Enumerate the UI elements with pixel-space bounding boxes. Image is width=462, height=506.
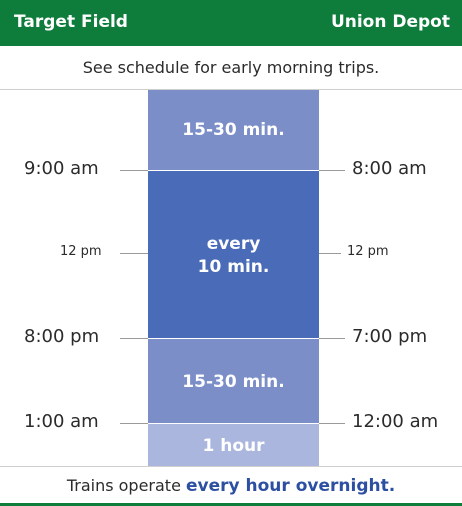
right-time-1: 8:00 am: [352, 158, 427, 179]
band-midday: every 10 min.: [148, 170, 319, 338]
tick-left: [120, 170, 148, 171]
band-morning-label: 15-30 min.: [182, 120, 285, 140]
overnight-note-prefix: Trains operate: [66, 476, 186, 495]
band-separator: [148, 170, 319, 171]
left-time-4: 1:00 am: [24, 411, 99, 432]
overnight-note: Trains operate every hour overnight.: [0, 466, 462, 504]
overnight-note-highlight: every hour overnight.: [186, 476, 396, 496]
band-midday-label-line1: every: [206, 234, 261, 254]
band-separator: [148, 338, 319, 339]
band-midday-label-line2: 10 min.: [197, 257, 270, 277]
tick-left: [120, 253, 148, 254]
tick-right: [319, 253, 341, 254]
right-time-3: 7:00 pm: [352, 326, 428, 347]
tick-right: [319, 338, 345, 339]
band-evening: 15-30 min.: [148, 338, 319, 424]
left-time-3: 8:00 pm: [24, 326, 100, 347]
origin-station: Target Field: [14, 12, 128, 32]
header-bar: Target Field Union Depot: [0, 0, 462, 46]
band-evening-label: 15-30 min.: [182, 372, 285, 392]
right-time-4: 12:00 am: [352, 411, 439, 432]
destination-station: Union Depot: [330, 12, 450, 32]
band-overnight: 1 hour: [148, 424, 319, 466]
schedule-note: See schedule for early morning trips.: [82, 58, 380, 77]
left-time-1: 9:00 am: [24, 158, 99, 179]
band-overnight-label: 1 hour: [202, 436, 265, 456]
band-separator: [148, 423, 319, 424]
left-time-2: 12 pm: [60, 244, 102, 259]
tick-right: [319, 170, 345, 171]
tick-right: [319, 423, 345, 424]
right-time-2: 12 pm: [347, 244, 389, 259]
tick-left: [120, 338, 148, 339]
band-morning: 15-30 min.: [148, 90, 319, 170]
tick-left: [120, 423, 148, 424]
